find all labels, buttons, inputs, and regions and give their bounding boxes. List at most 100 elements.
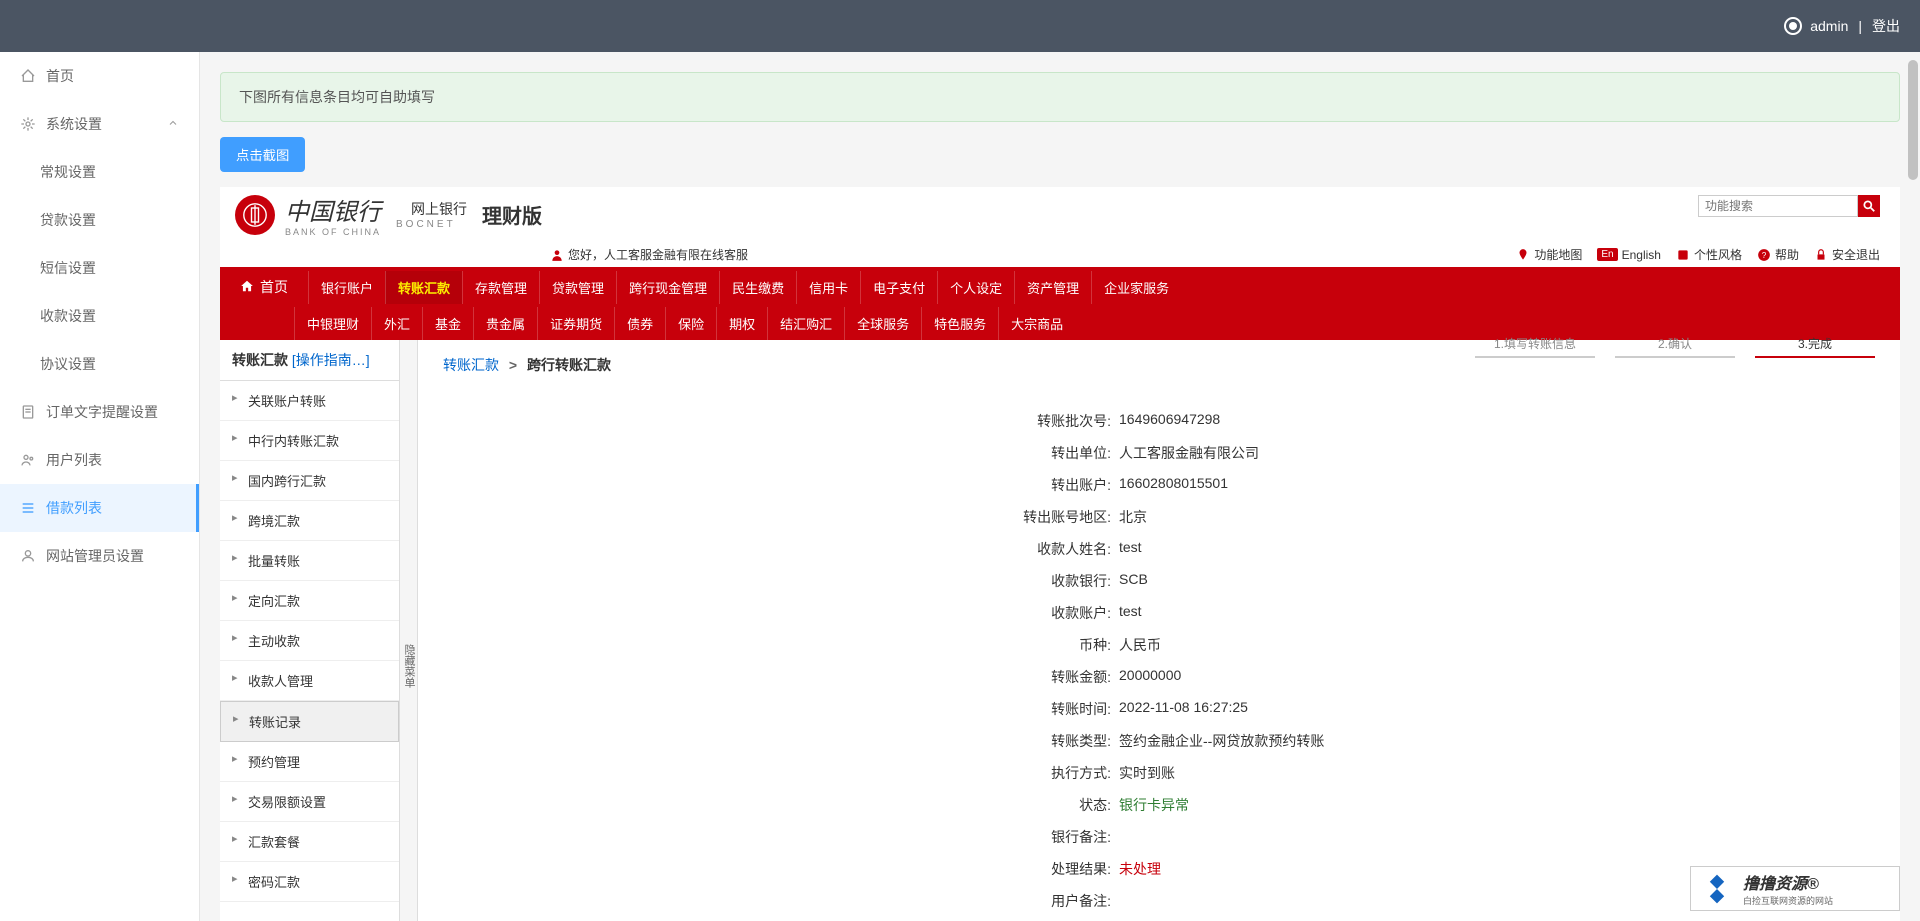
bank-sidebar-item[interactable]: 关联账户转账: [220, 381, 399, 421]
nav-item[interactable]: 转账汇款: [385, 271, 462, 304]
detail-row: 处理结果:未处理: [859, 853, 1459, 885]
sidebar-home[interactable]: 首页: [0, 52, 199, 100]
nav-item[interactable]: 结汇购汇: [767, 307, 844, 340]
bank-sidebar-item[interactable]: 汇款套餐: [220, 822, 399, 862]
steps: 1.填写转账信息 2.确认 3.完成: [1475, 335, 1875, 358]
nav-item[interactable]: 证券期货: [537, 307, 614, 340]
lock-icon: [1814, 248, 1828, 262]
bank-sidebar-item[interactable]: 国内跨行汇款: [220, 461, 399, 501]
detail-value: [1119, 827, 1459, 847]
operation-guide-link[interactable]: [操作指南…]: [292, 352, 370, 368]
breadcrumb-separator: >: [509, 357, 517, 373]
nav-item[interactable]: 存款管理: [462, 271, 539, 304]
nav-item[interactable]: 民生缴费: [719, 271, 796, 304]
nav-item[interactable]: 电子支付: [860, 271, 937, 304]
detail-label: 状态:: [859, 795, 1119, 815]
sidebar-payment-settings[interactable]: 收款设置: [0, 292, 199, 340]
nav-item[interactable]: 外汇: [371, 307, 422, 340]
scrollbar-thumb[interactable]: [1908, 60, 1918, 180]
transfer-details: 转账批次号:1649606947298转出单位:人工客服金融有限公司转出账户:1…: [859, 405, 1459, 917]
sidebar-sms-settings[interactable]: 短信设置: [0, 244, 199, 292]
search-box: [1698, 195, 1880, 217]
detail-label: 转账时间:: [859, 699, 1119, 719]
online-banking-block: 网上银行 BOCNET: [396, 199, 467, 230]
nav-item[interactable]: 基金: [422, 307, 473, 340]
bank-sidebar-item[interactable]: 转账记录: [220, 701, 399, 742]
bank-sidebar-item[interactable]: 定向汇款: [220, 581, 399, 621]
detail-label: 处理结果:: [859, 859, 1119, 879]
username[interactable]: admin: [1810, 18, 1848, 34]
nav-row-1: 银行账户转账汇款存款管理贷款管理跨行现金管理民生缴费信用卡电子支付个人设定资产管…: [308, 271, 1900, 304]
nav-item[interactable]: 债券: [614, 307, 665, 340]
sidebar-agreement-settings[interactable]: 协议设置: [0, 340, 199, 388]
bank-sidebar-item[interactable]: 密码汇款: [220, 862, 399, 902]
nav-item[interactable]: 个人设定: [937, 271, 1014, 304]
search-input[interactable]: [1698, 195, 1858, 217]
util-map[interactable]: 功能地图: [1516, 246, 1582, 263]
nav-item[interactable]: 贵金属: [473, 307, 537, 340]
nav-item[interactable]: 保险: [665, 307, 716, 340]
nav-item[interactable]: 贷款管理: [539, 271, 616, 304]
search-button[interactable]: [1858, 195, 1880, 217]
util-help[interactable]: ?帮助: [1757, 246, 1799, 263]
detail-value: 人民币: [1119, 635, 1459, 655]
nav-item[interactable]: 资产管理: [1014, 271, 1091, 304]
nav-item[interactable]: 期权: [716, 307, 767, 340]
scrollbar[interactable]: [1908, 60, 1918, 911]
svg-text:?: ?: [1762, 250, 1767, 259]
header-divider: |: [1858, 18, 1862, 34]
bank-sidebar-item[interactable]: 预约管理: [220, 742, 399, 782]
detail-label: 银行备注:: [859, 827, 1119, 847]
hide-menu-tab[interactable]: 隐藏菜单: [400, 340, 418, 921]
bank-sidebar-item[interactable]: 主动收款: [220, 621, 399, 661]
chevron-up-icon: [167, 116, 179, 132]
bank-name-en: BANK OF CHINA: [285, 227, 381, 237]
detail-value: 银行卡异常: [1119, 795, 1459, 815]
watermark-subtitle: 白捡互联网资源的网站: [1743, 894, 1833, 907]
step-3: 3.完成: [1755, 335, 1875, 358]
nav-item[interactable]: 特色服务: [921, 307, 998, 340]
bank-sidebar-item[interactable]: 交易限额设置: [220, 782, 399, 822]
user-avatar-icon: [1784, 17, 1802, 35]
detail-row: 银行备注:: [859, 821, 1459, 853]
breadcrumb-root[interactable]: 转账汇款: [443, 357, 499, 373]
sidebar-user-list[interactable]: 用户列表: [0, 436, 199, 484]
nav-item[interactable]: 中银理财: [294, 307, 371, 340]
screenshot-button[interactable]: 点击截图: [220, 137, 305, 172]
sidebar-loan-settings[interactable]: 贷款设置: [0, 196, 199, 244]
palette-icon: [1676, 248, 1690, 262]
sidebar-loan-list[interactable]: 借款列表: [0, 484, 199, 532]
sidebar-system-settings[interactable]: 系统设置: [0, 100, 199, 148]
detail-row: 转账金额:20000000: [859, 661, 1459, 693]
detail-label: 转出账号地区:: [859, 507, 1119, 527]
detail-value: 20000000: [1119, 667, 1459, 687]
bank-sidebar-item[interactable]: 跨境汇款: [220, 501, 399, 541]
nav-item[interactable]: 大宗商品: [998, 307, 1075, 340]
logout-link[interactable]: 登出: [1872, 16, 1900, 36]
util-style[interactable]: 个性风格: [1676, 246, 1742, 263]
nav-item[interactable]: 企业家服务: [1091, 271, 1181, 304]
admin-sidebar: 首页 系统设置 常规设置 贷款设置 短信设置 收款设置 协议设置 订单文字提醒设…: [0, 52, 200, 921]
util-english[interactable]: EnEnglish: [1597, 248, 1661, 262]
bank-content: 转账汇款 > 跨行转账汇款 1.填写转账信息 2.确认 3.完成 转账批次号:1…: [418, 340, 1900, 921]
bank-sidebar-item[interactable]: 中行内转账汇款: [220, 421, 399, 461]
watermark: 撸撸资源® 白捡互联网资源的网站: [1690, 866, 1900, 911]
nav-item[interactable]: 全球服务: [844, 307, 921, 340]
detail-value: 未处理: [1119, 859, 1459, 879]
home-nav-icon: [240, 279, 254, 296]
bank-sidebar-item[interactable]: 批量转账: [220, 541, 399, 581]
detail-value: [1119, 891, 1459, 911]
nav-item[interactable]: 信用卡: [796, 271, 860, 304]
detail-label: 币种:: [859, 635, 1119, 655]
bank-sidebar-item[interactable]: 收款人管理: [220, 661, 399, 701]
sidebar-order-text[interactable]: 订单文字提醒设置: [0, 388, 199, 436]
nav-home[interactable]: 首页: [220, 267, 308, 307]
sidebar-admin-settings[interactable]: 网站管理员设置: [0, 532, 199, 580]
bank-name-block: 中国银行 BANK OF CHINA: [285, 192, 381, 237]
help-icon: ?: [1757, 248, 1771, 262]
nav-item[interactable]: 银行账户: [308, 271, 385, 304]
online-banking-en: BOCNET: [396, 219, 467, 230]
util-exit[interactable]: 安全退出: [1814, 246, 1880, 263]
sidebar-general-settings[interactable]: 常规设置: [0, 148, 199, 196]
nav-item[interactable]: 跨行现金管理: [616, 271, 719, 304]
